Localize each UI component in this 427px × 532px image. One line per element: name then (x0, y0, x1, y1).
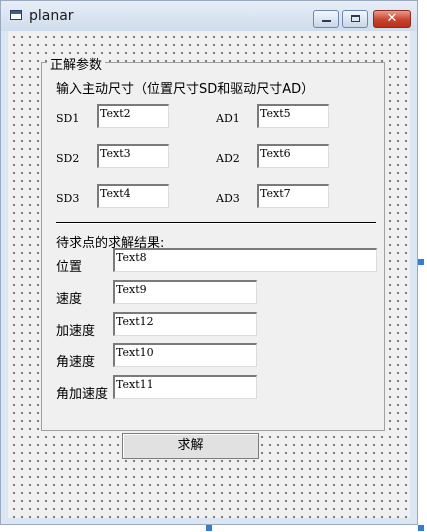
minimize-button[interactable] (313, 10, 339, 28)
acceleration-label: 加速度 (56, 324, 96, 339)
ad3-label: AD3 (216, 192, 240, 205)
angular-velocity-label: 角速度 (56, 355, 96, 370)
ad2-input[interactable]: Text6 (257, 144, 329, 168)
window-title: planar (29, 8, 74, 24)
maximize-button[interactable] (342, 10, 368, 28)
ad2-label: AD2 (216, 152, 240, 165)
form-icon (10, 10, 22, 20)
angular-velocity-output[interactable]: Text10 (113, 343, 257, 367)
close-button[interactable]: ✕ (373, 10, 411, 28)
sd2-input[interactable]: Text3 (97, 144, 169, 168)
position-label: 位置 (56, 260, 83, 275)
resize-handle-corner[interactable] (418, 525, 424, 531)
sd3-input[interactable]: Text4 (97, 184, 169, 208)
ad3-input[interactable]: Text7 (257, 184, 329, 208)
resize-handle-right[interactable] (418, 259, 424, 265)
velocity-output[interactable]: Text9 (113, 280, 257, 304)
position-output[interactable]: Text8 (113, 248, 377, 272)
ad1-label: AD1 (216, 112, 240, 125)
angular-acceleration-output[interactable]: Text11 (113, 375, 257, 399)
section-divider (56, 222, 376, 224)
title-bar[interactable]: planar ✕ (1, 1, 417, 31)
acceleration-output[interactable]: Text12 (113, 312, 257, 336)
instruction-label: 输入主动尺寸（位置尺寸SD和驱动尺寸AD） (56, 82, 315, 97)
sd1-input[interactable]: Text2 (97, 104, 169, 128)
sd2-label: SD2 (56, 152, 80, 165)
solve-button[interactable]: 求解 (122, 433, 259, 459)
ad1-input[interactable]: Text5 (257, 104, 329, 128)
frame-caption: 正解参数 (47, 54, 106, 73)
resize-handle-bottom[interactable] (206, 525, 212, 531)
form-window: planar ✕ 正解参数 输入主动尺寸（位置尺寸SD和驱动尺寸AD） SD1 … (0, 0, 418, 525)
angular-acceleration-label: 角加速度 (56, 387, 109, 402)
sd3-label: SD3 (56, 192, 80, 205)
velocity-label: 速度 (56, 292, 83, 307)
sd1-label: SD1 (56, 112, 80, 125)
close-icon: ✕ (386, 11, 398, 26)
minimize-icon (322, 20, 331, 22)
maximize-icon (351, 15, 360, 22)
